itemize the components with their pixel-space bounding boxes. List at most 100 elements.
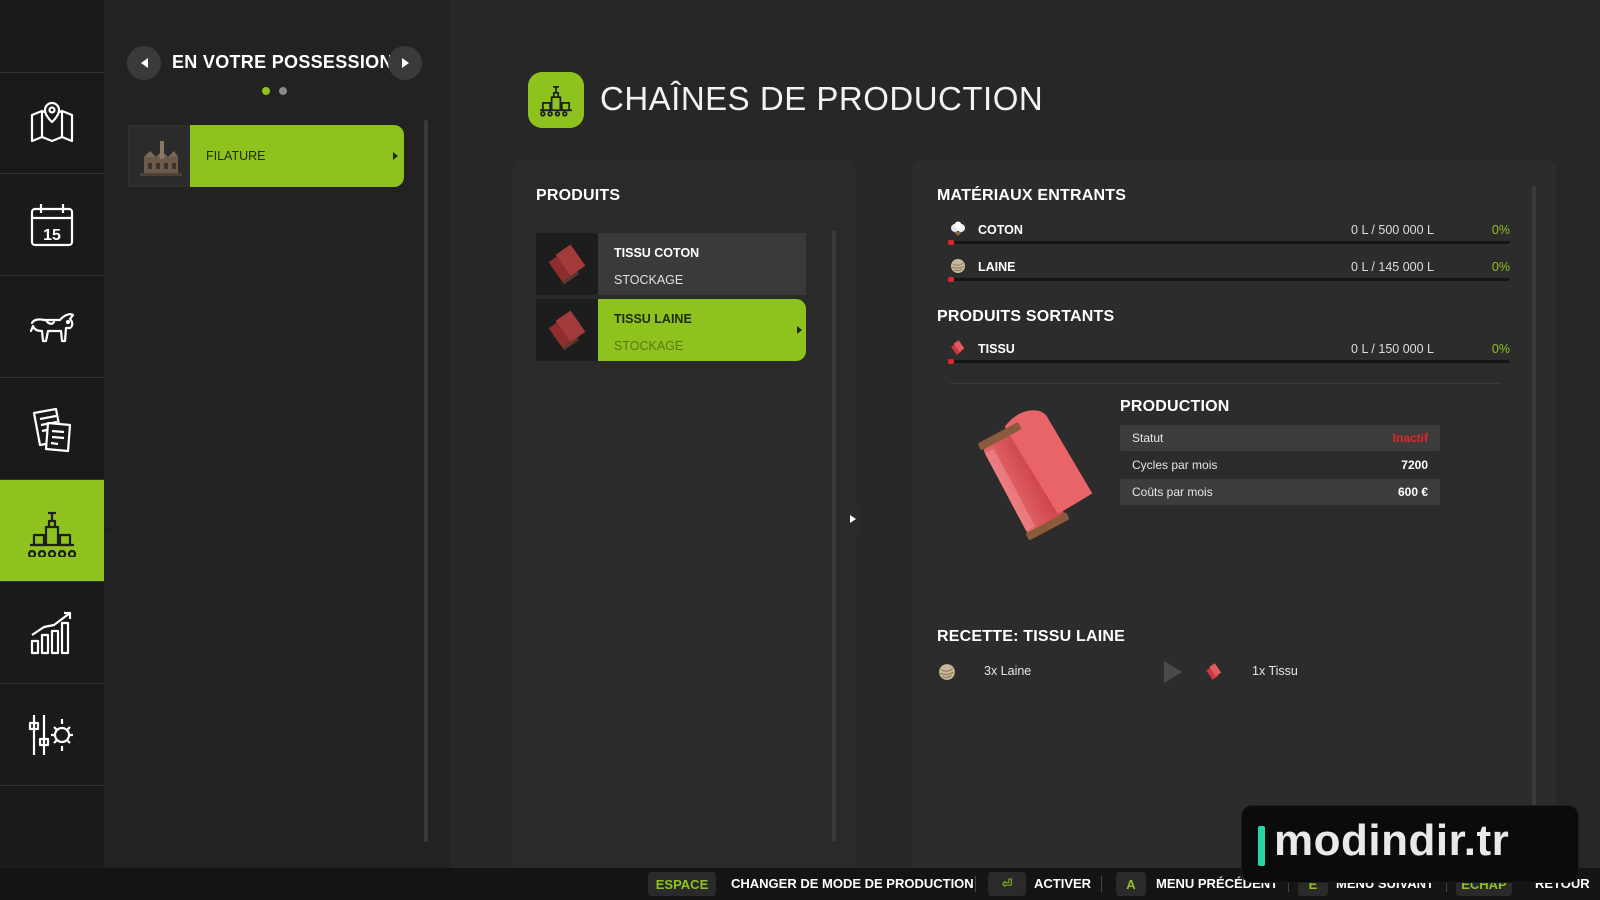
recipe-title: RECETTE: TISSU LAINE — [937, 628, 1126, 645]
product-mode: STOCKAGE — [614, 339, 684, 353]
production-icon — [539, 85, 573, 117]
product-thumbnail — [536, 233, 598, 295]
main-menu-rail: 15 — [0, 0, 112, 900]
watermark: modindir.tr — [1242, 806, 1578, 882]
action-activer: ACTIVER — [1034, 876, 1092, 891]
fabric-product-image — [978, 410, 1093, 540]
product-item-tissu-coton[interactable]: TISSU COTON STOCKAGE — [536, 233, 808, 295]
production-icon — [27, 511, 77, 557]
filature-label: FILATURE — [206, 149, 266, 163]
details-scrollbar[interactable] — [1532, 186, 1536, 806]
wool-icon — [939, 664, 955, 680]
page-dot-active[interactable] — [262, 87, 270, 95]
settings-icon — [28, 714, 73, 755]
menu-item-calendar[interactable]: 15 — [0, 174, 104, 276]
menu-item-animals[interactable] — [0, 276, 104, 378]
products-title: PRODUITS — [536, 187, 621, 204]
product-mode: STOCKAGE — [614, 273, 684, 287]
key-a: A — [1116, 872, 1146, 896]
input-percent: 0% — [1491, 260, 1510, 274]
output-amount: 0 L / 150 000 L — [1351, 342, 1434, 356]
fabric-roll-icon — [548, 244, 586, 285]
fabric-roll-icon — [548, 310, 586, 351]
chevron-right-icon — [797, 326, 802, 334]
key-espace: ESPACE — [648, 872, 716, 896]
arrow-right-icon — [401, 58, 409, 68]
active-indicator — [105, 526, 110, 534]
section-divider — [950, 383, 1500, 384]
menu-item-statistics[interactable] — [0, 582, 104, 684]
product-label-box: TISSU COTON STOCKAGE — [598, 233, 806, 295]
products-scrollbar[interactable] — [832, 230, 836, 842]
footer-separator — [975, 876, 976, 892]
chevron-right-icon — [393, 152, 398, 160]
outputs-title: PRODUITS SORTANTS — [937, 308, 1115, 325]
rail-top-spacer — [0, 0, 104, 73]
product-thumbnail — [536, 299, 598, 361]
output-row-tissu: TISSU 0 L / 150 000 L 0% — [948, 340, 1510, 370]
filature-card[interactable]: FILATURE — [190, 125, 404, 187]
filature-thumbnail — [128, 125, 190, 187]
expand-panel-tab[interactable] — [846, 496, 860, 542]
menu-item-production[interactable] — [0, 480, 112, 582]
watermark-text: modindir.tr — [1274, 816, 1510, 865]
contracts-icon — [32, 407, 72, 452]
factory-building-icon — [130, 127, 188, 185]
menu-item-contracts[interactable] — [0, 378, 104, 480]
input-amount: 0 L / 145 000 L — [1351, 260, 1434, 274]
possession-title: EN VOTRE POSSESSION — [172, 52, 393, 72]
page-title: CHAÎNES DE PRODUCTION — [600, 80, 1044, 117]
output-fill-bar — [948, 359, 1510, 364]
input-fill-bar — [948, 277, 1510, 282]
footer-separator — [1101, 876, 1102, 892]
output-name: TISSU — [978, 342, 1015, 356]
next-page-button[interactable] — [388, 46, 422, 80]
fabric-icon — [1206, 663, 1222, 680]
output-percent: 0% — [1491, 342, 1510, 356]
page-dot[interactable] — [279, 87, 287, 95]
map-icon — [30, 101, 74, 142]
cycles-row: Cycles par mois 7200 — [1120, 452, 1440, 478]
calendar-icon: 15 — [30, 203, 74, 246]
menu-item-settings[interactable] — [0, 684, 104, 786]
watermark-bar — [1258, 826, 1265, 866]
status-row: Statut Inactif — [1120, 425, 1440, 451]
cotton-icon — [951, 221, 965, 236]
arrow-left-icon — [140, 58, 148, 68]
action-change-mode: CHANGER DE MODE DE PRODUCTION — [731, 876, 974, 891]
production-header-icon — [528, 72, 584, 128]
product-name: TISSU COTON — [614, 246, 700, 260]
product-name: TISSU LAINE — [614, 312, 692, 326]
input-amount: 0 L / 500 000 L — [1351, 223, 1434, 237]
product-label-box: TISSU LAINE STOCKAGE — [598, 299, 806, 361]
statistics-icon — [30, 611, 72, 654]
input-percent: 0% — [1491, 223, 1510, 237]
recipe-output: 1x Tissu — [1252, 664, 1298, 678]
previous-page-button[interactable] — [127, 46, 161, 80]
arrow-right-icon — [850, 515, 856, 523]
recipe-input: 3x Laine — [984, 664, 1032, 678]
key-enter: ⏎ — [988, 872, 1026, 896]
cow-icon — [29, 312, 75, 342]
cycles-value: 7200 — [1401, 458, 1428, 472]
costs-value: 600 € — [1397, 485, 1428, 499]
input-name: COTON — [978, 223, 1023, 237]
svg-text:15: 15 — [43, 227, 61, 244]
possession-scrollbar[interactable] — [424, 120, 428, 842]
input-row-laine: LAINE 0 L / 145 000 L 0% — [948, 258, 1510, 288]
status-label: Statut — [1132, 431, 1164, 445]
cycles-label: Cycles par mois — [1132, 458, 1218, 472]
inputs-title: MATÉRIAUX ENTRANTS — [937, 187, 1127, 204]
production-title: PRODUCTION — [1120, 398, 1230, 415]
costs-label: Coûts par mois — [1132, 485, 1213, 499]
status-value: Inactif — [1392, 431, 1428, 445]
wool-icon — [951, 259, 965, 273]
menu-item-map[interactable] — [0, 72, 104, 174]
fabric-icon — [951, 340, 965, 355]
product-item-tissu-laine[interactable]: TISSU LAINE STOCKAGE — [536, 299, 808, 361]
play-arrow-icon — [1164, 661, 1182, 683]
costs-row: Coûts par mois 600 € — [1120, 479, 1440, 505]
input-fill-bar — [948, 240, 1510, 245]
input-row-coton: COTON 0 L / 500 000 L 0% — [948, 221, 1510, 251]
input-name: LAINE — [978, 260, 1016, 274]
